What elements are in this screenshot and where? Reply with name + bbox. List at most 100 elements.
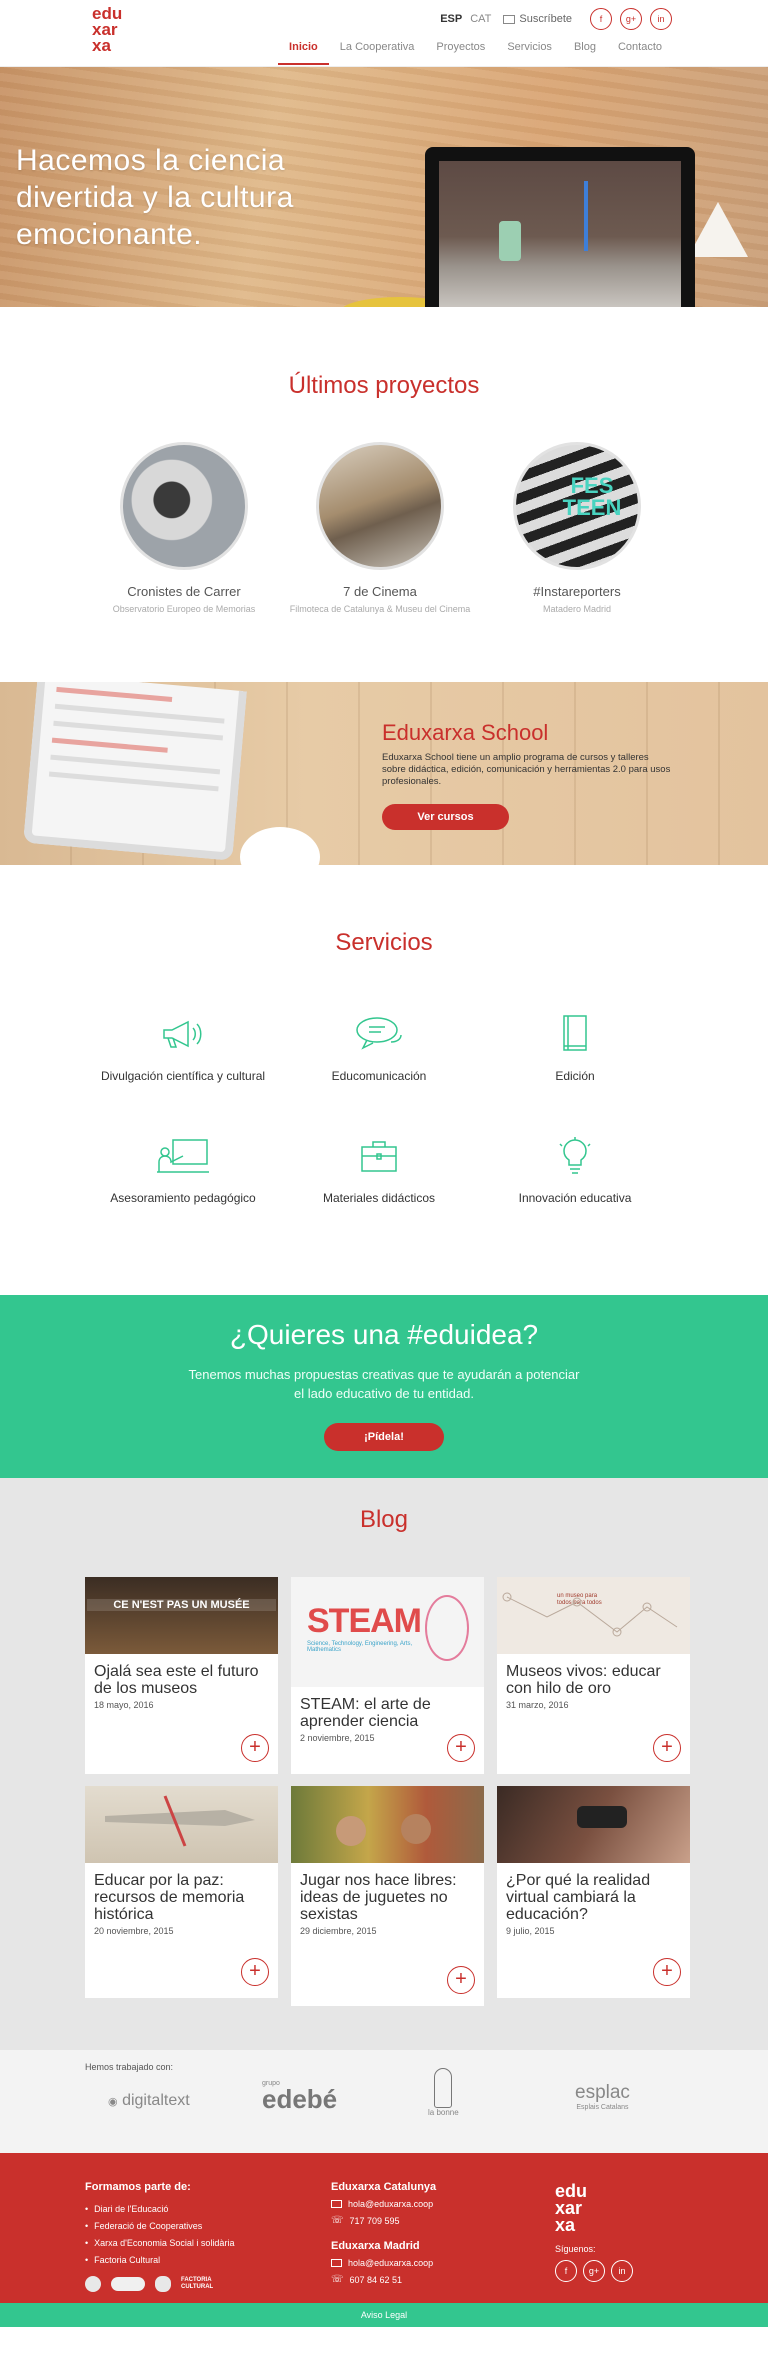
project-image-typewriter[interactable] — [120, 442, 248, 570]
catalunya-email[interactable]: hola@eduxarxa.coop — [331, 2199, 436, 2209]
tablet-line — [53, 720, 224, 741]
laptop-screen — [439, 161, 681, 307]
blog-card[interactable]: Jugar nos hace libres: ideas de juguetes… — [291, 1786, 484, 2006]
nav-la-cooperativa[interactable]: La Cooperativa — [329, 36, 426, 65]
read-more-plus-icon[interactable]: + — [447, 1734, 475, 1762]
speech-bubbles-icon — [279, 1013, 479, 1055]
thumb-caption: STEAM — [307, 1602, 422, 1640]
blog-post-title[interactable]: Ojalá sea este el futuro de los museos — [94, 1663, 269, 1697]
read-more-plus-icon[interactable]: + — [653, 1958, 681, 1986]
partner-badge[interactable] — [85, 2276, 101, 2292]
blog-post-title[interactable]: ¿Por qué la realidad virtual cambiará la… — [506, 1872, 681, 1923]
child-face — [401, 1814, 431, 1844]
client-logo-esplac[interactable]: esplac Esplais Catalans — [575, 2082, 630, 2111]
envelope-icon — [331, 2259, 342, 2267]
madrid-title: Eduxarxa Madrid — [331, 2240, 420, 2252]
main-nav: Inicio La Cooperativa Proyectos Servicio… — [278, 36, 673, 65]
services-title: Servicios — [335, 929, 433, 956]
subscribe-label: Suscríbete — [519, 13, 572, 25]
partner-item[interactable]: Xarxa d'Economia Social i solidària — [85, 2235, 234, 2252]
project-card-7-de-cinema[interactable]: 7 de Cinema Filmoteca de Catalunya & Mus… — [280, 442, 480, 614]
blog-card[interactable]: ¿Por qué la realidad virtual cambiará la… — [497, 1786, 690, 1998]
service-asesoramiento[interactable]: Asesoramiento pedagógico — [83, 1135, 283, 1205]
nav-inicio[interactable]: Inicio — [278, 36, 329, 65]
subscribe-link[interactable]: Suscríbete — [503, 13, 572, 25]
service-educomunicacion[interactable]: Educomunicación — [279, 1013, 479, 1083]
madrid-email[interactable]: hola@eduxarxa.coop — [331, 2258, 436, 2268]
linkedin-icon[interactable]: in — [650, 8, 672, 30]
site-logo[interactable]: edu xar xa — [92, 5, 132, 54]
madrid-phone[interactable]: ☏ 607 84 62 51 — [331, 2274, 436, 2285]
google-plus-icon[interactable]: g+ — [620, 8, 642, 30]
read-more-plus-icon[interactable]: + — [241, 1734, 269, 1762]
hero-line-3: emocionante. — [16, 218, 203, 251]
service-innovacion[interactable]: Innovación educativa — [475, 1135, 675, 1205]
aviso-legal-link[interactable]: Aviso Legal — [361, 2310, 407, 2320]
blog-post-title[interactable]: Jugar nos hace libres: ideas de juguetes… — [300, 1872, 475, 1923]
service-materiales[interactable]: Materiales didácticos — [279, 1135, 479, 1205]
google-plus-icon[interactable]: g+ — [583, 2260, 605, 2282]
blog-post-title[interactable]: Educar por la paz: recursos de memoria h… — [94, 1872, 269, 1923]
partners-title: Formamos parte de: — [85, 2181, 191, 2193]
blog-post-title[interactable]: Museos vivos: educar con hilo de oro — [506, 1663, 681, 1697]
phone-text: 717 709 595 — [349, 2215, 400, 2226]
read-more-plus-icon[interactable]: + — [447, 1966, 475, 1994]
nav-contacto[interactable]: Contacto — [607, 36, 673, 65]
partners-list: Diari de l'Educació Federació de Coopera… — [85, 2201, 234, 2269]
blog-thumb[interactable] — [497, 1786, 690, 1863]
blog-thumb[interactable]: CE N'EST PAS UN MUSÉE — [85, 1577, 278, 1654]
service-edicion[interactable]: Edición — [475, 1013, 675, 1083]
service-label: Materiales didácticos — [322, 1191, 436, 1205]
nav-proyectos[interactable]: Proyectos — [425, 36, 496, 65]
read-more-plus-icon[interactable]: + — [241, 1958, 269, 1986]
service-divulgacion[interactable]: Divulgación científica y cultural — [83, 1013, 283, 1083]
facebook-icon[interactable]: f — [555, 2260, 577, 2282]
client-logo-la-bonne[interactable]: la bonne — [428, 2068, 459, 2117]
client-logo-digitaltext[interactable]: ◉ digitaltext — [108, 2092, 190, 2110]
blog-thumb[interactable] — [291, 1786, 484, 1863]
blog-card[interactable]: Educar por la paz: recursos de memoria h… — [85, 1786, 278, 1998]
lang-esp[interactable]: ESP — [440, 13, 462, 25]
blog-card[interactable]: STEAM Science, Technology, Engineering, … — [291, 1577, 484, 1774]
project-title[interactable]: #Instareporters — [477, 584, 677, 599]
linkedin-icon[interactable]: in — [611, 2260, 633, 2282]
envelope-icon — [503, 14, 516, 24]
blue-stick-shape — [584, 181, 588, 251]
partner-item[interactable]: Diari de l'Educació — [85, 2201, 234, 2218]
footer-social: f g+ in — [555, 2260, 633, 2282]
project-subtitle: Observatorio Europeo de Memorias — [112, 604, 256, 614]
project-title[interactable]: 7 de Cinema — [280, 584, 480, 599]
partner-badge[interactable] — [111, 2277, 145, 2291]
project-card-instareporters[interactable]: FES TEEN #Instareporters Matadero Madrid — [477, 442, 677, 614]
partner-item[interactable]: Factoria Cultural — [85, 2252, 234, 2269]
ver-cursos-button[interactable]: Ver cursos — [382, 804, 509, 830]
blog-card[interactable]: CE N'EST PAS UN MUSÉE Ojalá sea este el … — [85, 1577, 278, 1774]
footer-logo[interactable]: edu xar xa — [555, 2182, 595, 2234]
steam-eight-shape — [425, 1595, 469, 1661]
project-image-instareporters[interactable]: FES TEEN — [513, 442, 641, 570]
project-image-cinema[interactable] — [316, 442, 444, 570]
facebook-icon[interactable]: f — [590, 8, 612, 30]
blog-post-date: 29 diciembre, 2015 — [300, 1926, 377, 1936]
plane-sketch — [105, 1795, 255, 1847]
blog-thumb[interactable] — [85, 1786, 278, 1863]
project-title[interactable]: Cronistes de Carrer — [84, 584, 284, 599]
nav-blog[interactable]: Blog — [563, 36, 607, 65]
teacher-board-icon — [83, 1135, 283, 1177]
nav-servicios[interactable]: Servicios — [496, 36, 563, 65]
email-text: hola@eduxarxa.coop — [348, 2258, 434, 2268]
partner-badge[interactable]: FACTORIA CULTURAL — [181, 2277, 213, 2291]
lang-cat[interactable]: CAT — [470, 13, 491, 25]
blog-post-title[interactable]: STEAM: el arte de aprender ciencia — [300, 1696, 475, 1730]
catalunya-phone[interactable]: ☏ 717 709 595 — [331, 2215, 436, 2226]
read-more-plus-icon[interactable]: + — [653, 1734, 681, 1762]
partner-item[interactable]: Federació de Cooperatives — [85, 2218, 234, 2235]
blog-thumb[interactable]: STEAM Science, Technology, Engineering, … — [291, 1577, 484, 1687]
client-logo-edebe[interactable]: grupo edebé — [262, 2080, 337, 2112]
blog-thumb[interactable]: un museo para todos para todos — [497, 1577, 690, 1654]
project-card-cronistes[interactable]: Cronistes de Carrer Observatorio Europeo… — [84, 442, 284, 614]
blog-card[interactable]: un museo para todos para todos Museos vi… — [497, 1577, 690, 1774]
pidela-button[interactable]: ¡Pídela! — [324, 1423, 444, 1451]
clients-label: Hemos trabajado con: — [85, 2062, 174, 2072]
partner-badge[interactable] — [155, 2276, 171, 2292]
